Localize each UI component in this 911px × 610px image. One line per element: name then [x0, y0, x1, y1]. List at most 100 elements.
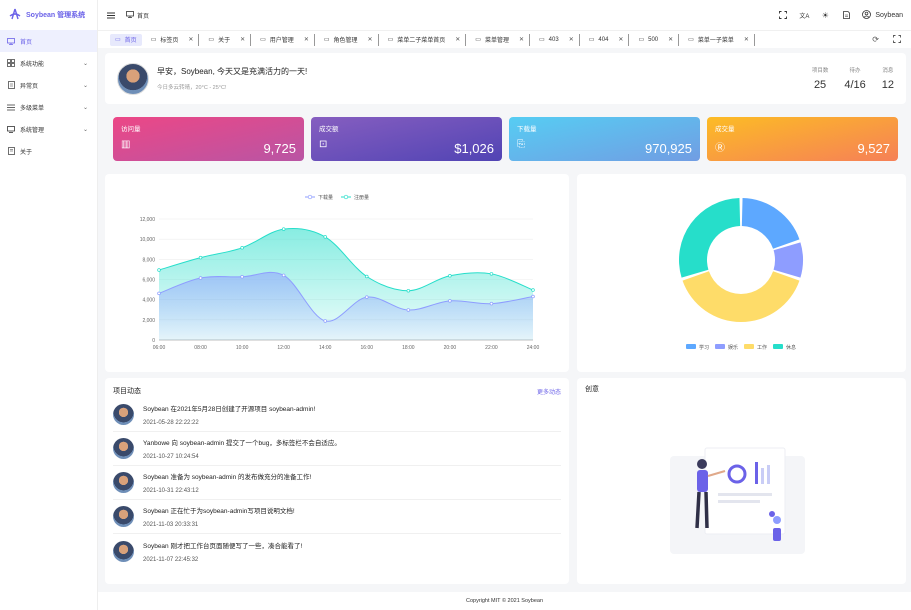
tab[interactable]: ▭ 菜单管理 ✕ [470, 33, 530, 46]
tab-label: 角色管理 [333, 38, 358, 44]
tab[interactable]: ▭ 404 ✕ [584, 33, 630, 46]
activity-item: Soybean 正在忙于为soybean-admin写项目说明文档! 2021-… [113, 500, 561, 534]
chevron-down-icon: ⌄ [82, 104, 88, 111]
tab-icon: ▭ [208, 37, 215, 43]
y-tick-label: 12,000 [140, 217, 156, 223]
close-icon[interactable]: ✕ [455, 36, 460, 43]
refresh-icon[interactable]: ⟳ [872, 35, 879, 45]
sidebar-item-label: 关于 [20, 149, 33, 156]
sidebar-item[interactable]: 多级菜单 ⌄ [0, 96, 97, 118]
settings-doc-icon[interactable] [841, 10, 851, 20]
user-avatar-icon [862, 9, 872, 21]
x-tick-label: 16:00 [361, 345, 374, 351]
breadcrumb-label: 首页 [137, 13, 150, 20]
tab[interactable]: ▭ 首页 [110, 33, 142, 46]
stat-card: 下载量 ⎘ 970,925 [509, 117, 700, 161]
copyright-text: Copyright MIT © 2021 Soybean [465, 598, 544, 604]
legend-label: 工作 [757, 344, 767, 351]
tab[interactable]: ▭ 用户管理 ✕ [255, 33, 315, 46]
close-icon[interactable]: ✕ [188, 36, 193, 43]
tab[interactable]: ▭ 500 ✕ [633, 33, 680, 46]
sidebar-item-label: 系统功能 [20, 61, 45, 68]
tab[interactable]: ▭ 403 ✕ [534, 33, 580, 46]
x-tick-label: 08:00 [194, 345, 207, 351]
sidebar-item[interactable]: 首页 [0, 30, 97, 52]
sidebar-item[interactable]: 关于 [0, 140, 97, 162]
card-title: 成交额 [319, 126, 339, 133]
tab[interactable]: ▭ 角色管理 ✕ [319, 33, 379, 46]
close-icon[interactable]: ✕ [744, 36, 749, 43]
close-icon[interactable]: ✕ [304, 36, 309, 43]
y-tick-label: 6,000 [142, 278, 155, 284]
trade-icon: Ⓡ [715, 143, 725, 154]
tab-label: 菜单一子菜单 [697, 38, 734, 44]
activity-item: Yanbowe 向 soybean-admin 提交了一个bug，多标签栏不会自… [113, 432, 561, 466]
activity-card: 项目动态 更多动态 Soybean 在2021年5月28日创建了开源项目 soy… [105, 378, 569, 584]
fullscreen-icon[interactable] [778, 10, 788, 20]
tab-icon: ▭ [475, 37, 481, 43]
sidebar-item[interactable]: 系统管理 ⌄ [0, 118, 97, 140]
theme-sun-icon[interactable]: ☀ [820, 10, 830, 20]
language-icon[interactable]: 文A [799, 10, 809, 20]
footer: Copyright MIT © 2021 Soybean [98, 592, 911, 610]
tab-icon: ▭ [150, 37, 157, 43]
tab-fullscreen-icon[interactable] [893, 34, 901, 45]
tab-icon: ▭ [260, 37, 266, 43]
bar-chart-icon: ▥ [121, 139, 131, 150]
y-tick-label: 10,000 [140, 237, 156, 243]
sidebar-item[interactable]: 系统功能 ⌄ [0, 52, 97, 74]
x-tick-label: 24:00 [527, 345, 540, 351]
tab[interactable]: ▭ 标签页 ✕ [146, 33, 200, 46]
pie-slice [679, 198, 741, 278]
stat-label: 项目数 [811, 68, 829, 74]
more-activity-link[interactable]: 更多动态 [537, 387, 561, 396]
data-point [406, 288, 411, 293]
tab[interactable]: ▭ 关于 ✕ [203, 33, 252, 46]
monitor-icon [7, 37, 15, 45]
avatar [113, 404, 134, 425]
pie-slice [741, 198, 800, 249]
data-point [406, 308, 411, 312]
pie-slice [682, 271, 800, 322]
close-icon[interactable]: ✕ [240, 36, 245, 43]
tab-icon: ▭ [588, 37, 595, 43]
legend-swatch [744, 344, 754, 349]
data-point [448, 274, 452, 278]
activity-content: Soybean 准备为 soybean-admin 的发布做充分的准备工作! [143, 474, 312, 481]
user-menu[interactable]: Soybean [862, 9, 903, 21]
breadcrumb[interactable]: 首页 [126, 10, 150, 20]
chevron-down-icon: ⌄ [82, 60, 88, 67]
creative-title: 创意 [585, 386, 599, 393]
creative-card: 创意 [577, 378, 906, 584]
activity-content: Soybean 在2021年5月28日创建了开源项目 soybean-admin… [143, 406, 316, 413]
close-icon[interactable]: ✕ [618, 36, 623, 43]
tab[interactable]: ▭ 菜单一子菜单 ✕ [683, 33, 755, 46]
data-point [489, 301, 494, 306]
close-icon[interactable]: ✕ [368, 36, 373, 43]
data-point [281, 273, 286, 278]
legend-label: 娱乐 [728, 344, 738, 351]
money-icon: ⊡ [319, 139, 328, 150]
tab[interactable]: ▭ 菜单二子菜单首页 ✕ [383, 33, 467, 46]
x-tick-label: 20:00 [444, 345, 457, 351]
close-icon[interactable]: ✕ [519, 36, 524, 43]
logo-icon [8, 8, 22, 22]
tab-label: 菜单管理 [484, 38, 509, 44]
x-tick-label: 14:00 [319, 345, 332, 351]
creative-illustration [670, 447, 805, 554]
app-title: Soybean 管理系统 [26, 12, 86, 19]
activity-time: 2021-05-28 22:22:22 [143, 420, 199, 426]
app-logo[interactable]: Soybean 管理系统 [0, 0, 97, 30]
data-point [240, 246, 244, 250]
activity-content: Soybean 刚才把工作台页面随便写了一些，凑合能看了! [143, 542, 303, 550]
stat-label: 消息 [882, 68, 894, 74]
legend-swatch [773, 344, 783, 349]
menu-collapse-icon[interactable] [106, 10, 116, 20]
stat-item: 消息 12 [882, 66, 894, 91]
close-icon[interactable]: ✕ [569, 36, 574, 43]
sidebar-item[interactable]: 异常页 ⌄ [0, 74, 97, 96]
tab-label: 关于 [218, 38, 231, 44]
legend-marker [307, 194, 313, 200]
close-icon[interactable]: ✕ [668, 36, 673, 43]
card-title: 访问量 [121, 126, 141, 133]
